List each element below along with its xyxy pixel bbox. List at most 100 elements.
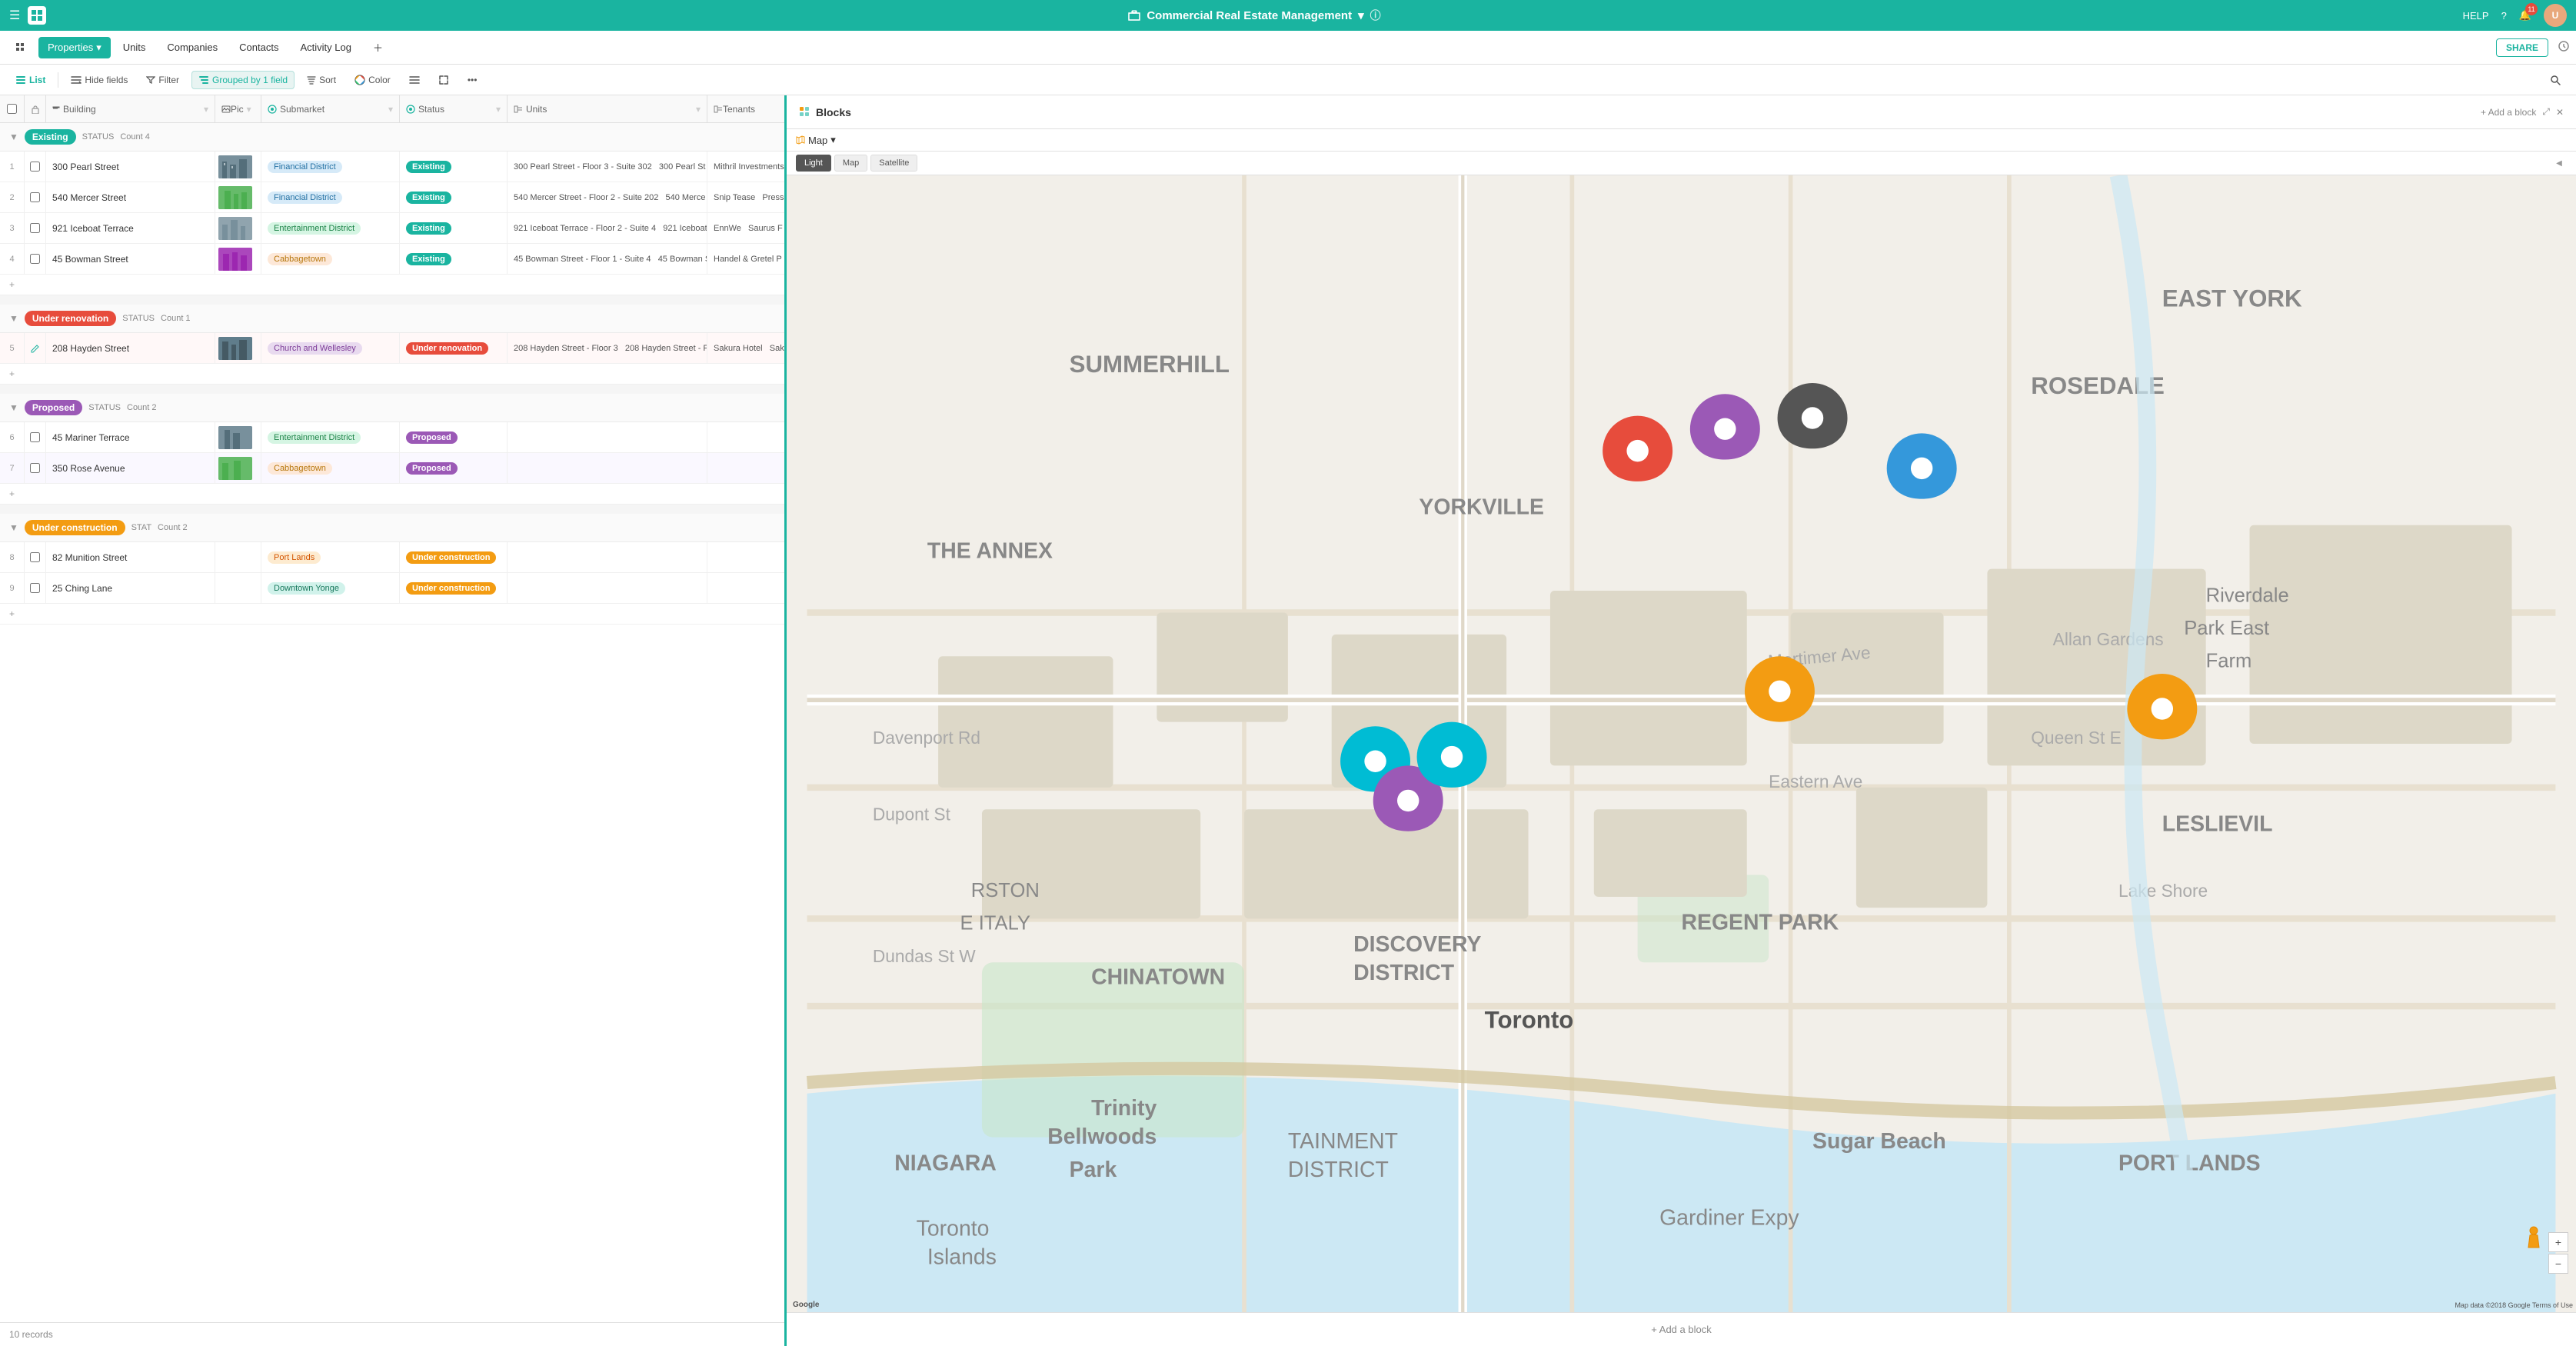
history-icon[interactable] (2558, 40, 2570, 55)
add-row-existing[interactable]: + (0, 275, 784, 295)
select-all-checkbox[interactable] (7, 104, 17, 114)
notifications[interactable]: 🔔 11 (2519, 9, 2531, 22)
table-row[interactable]: 7 350 Rose Avenue Cabbagetown Proposed (0, 453, 784, 484)
row-building-4[interactable]: 45 Bowman Street (46, 244, 215, 274)
table-row[interactable]: 8 82 Munition Street Port Lands Under co… (0, 542, 784, 573)
header-building[interactable]: Building ▾ (46, 95, 215, 122)
table-row[interactable]: 5 208 Hayden Street Church and Wellesley… (0, 333, 784, 364)
row-checkbox-6[interactable] (30, 432, 40, 442)
table-row[interactable]: 4 45 Bowman Street Cabbagetown Existing … (0, 244, 784, 275)
nav-properties[interactable]: Properties ▾ (38, 37, 111, 58)
row-height-btn[interactable] (403, 72, 426, 88)
header-submarket-label: Submarket (280, 104, 324, 115)
row-checkbox-9[interactable] (30, 583, 40, 593)
group-btn[interactable]: Grouped by 1 field (191, 71, 295, 89)
map-pin-3[interactable] (1778, 383, 1848, 448)
row-checkbox-8[interactable] (30, 552, 40, 562)
zoom-out-btn[interactable]: − (2548, 1254, 2568, 1274)
header-status[interactable]: Status ▾ (400, 95, 508, 122)
row-checkbox-3[interactable] (30, 223, 40, 233)
row-check-2[interactable] (25, 182, 46, 212)
nav-companies[interactable]: Companies (158, 37, 227, 58)
row-building-1[interactable]: 300 Pearl Street (46, 152, 215, 182)
row-building-8[interactable]: 82 Munition Street (46, 542, 215, 572)
search-btn[interactable] (2544, 72, 2567, 88)
map-collapse-btn[interactable]: ◀ (2551, 155, 2567, 171)
expand-btn[interactable] (432, 72, 455, 88)
list-view-btn[interactable]: List (9, 72, 52, 88)
add-row-renovation[interactable]: + (0, 364, 784, 385)
table-row[interactable]: 3 921 Iceboat Terrace Entertainment Dist… (0, 213, 784, 244)
group-existing-toggle[interactable]: ▼ (9, 132, 18, 142)
row-checkbox-2[interactable] (30, 192, 40, 202)
map-pin-9[interactable] (2127, 674, 2197, 739)
table-row[interactable]: 2 540 Mercer Street Financial District E… (0, 182, 784, 213)
row-building-3[interactable]: 921 Iceboat Terrace (46, 213, 215, 243)
hide-fields-btn[interactable]: Hide fields (65, 72, 134, 88)
nav-units[interactable]: Units (114, 37, 155, 58)
header-checkbox[interactable] (0, 95, 25, 122)
row-building-2[interactable]: 540 Mercer Street (46, 182, 215, 212)
table-row[interactable]: 1 300 Pearl Street Financial District Ex… (0, 152, 784, 182)
user-avatar[interactable]: U (2544, 4, 2567, 27)
add-row-construction[interactable]: + (0, 604, 784, 625)
map-pin-2[interactable] (1690, 394, 1760, 459)
map-view-light[interactable]: Light (796, 155, 831, 172)
hamburger-menu[interactable]: ☰ (9, 8, 20, 23)
row-checkbox-1[interactable] (30, 162, 40, 172)
add-row-proposed[interactable]: + (0, 484, 784, 505)
map-pin-8[interactable] (1417, 722, 1487, 788)
row-building-6[interactable]: 45 Mariner Terrace (46, 422, 215, 452)
table-row[interactable]: 9 25 Ching Lane Downtown Yonge Under con… (0, 573, 784, 604)
nav-companies-label: Companies (167, 42, 218, 53)
nav-activity-log[interactable]: Activity Log (291, 37, 360, 58)
app-title-arrow[interactable]: ▾ (1358, 8, 1364, 22)
header-building-label: Building (63, 104, 96, 115)
info-icon[interactable]: ⓘ (1370, 8, 1381, 23)
row-check-4[interactable] (25, 244, 46, 274)
header-units[interactable]: Units ▾ (508, 95, 707, 122)
map-view-satellite[interactable]: Satellite (870, 155, 917, 172)
map-pin-1[interactable] (1603, 416, 1672, 481)
row-check-7[interactable] (25, 453, 46, 483)
row-check-3[interactable] (25, 213, 46, 243)
map-view-map[interactable]: Map (834, 155, 867, 172)
group-construction-toggle[interactable]: ▼ (9, 522, 18, 533)
table-row[interactable]: 6 45 Mariner Terrace Entertainment Distr… (0, 422, 784, 453)
more-btn[interactable]: ••• (461, 72, 484, 88)
row-check-1[interactable] (25, 152, 46, 182)
question-icon[interactable]: ? (2501, 10, 2507, 22)
row-check-9[interactable] (25, 573, 46, 603)
nav-add[interactable]: ＋ (364, 35, 392, 59)
row-check-6[interactable] (25, 422, 46, 452)
share-button[interactable]: SHARE (2496, 38, 2548, 57)
nav-contacts[interactable]: Contacts (230, 37, 288, 58)
map-area[interactable]: EAST YORK SUMMERHILL ROSEDALE THE ANNEX … (787, 175, 2576, 1312)
row-check-8[interactable] (25, 542, 46, 572)
zoom-in-btn[interactable]: + (2548, 1232, 2568, 1252)
group-renovation-toggle[interactable]: ▼ (9, 313, 18, 324)
expand-blocks-btn[interactable]: ⤢ (2542, 106, 2550, 118)
header-submarket[interactable]: Submarket ▾ (261, 95, 400, 122)
map-pin-5[interactable] (1745, 656, 1815, 721)
nav-toggle[interactable] (6, 38, 35, 58)
row-checkbox-4[interactable] (30, 254, 40, 264)
add-block-footer-btn[interactable]: + Add a block (787, 1312, 2576, 1346)
close-blocks-btn[interactable]: ✕ (2556, 107, 2564, 118)
header-pic[interactable]: Pic ▾ (215, 95, 261, 122)
row-building-7[interactable]: 350 Rose Avenue (46, 453, 215, 483)
sort-btn[interactable]: Sort (301, 72, 342, 88)
street-view-icon[interactable] (2526, 1226, 2541, 1251)
group-proposed-toggle[interactable]: ▼ (9, 402, 18, 413)
help-label[interactable]: HELP (2463, 10, 2489, 22)
header-tenants[interactable]: Tenants (707, 95, 784, 122)
map-type-dropdown[interactable]: Map ▾ (796, 134, 836, 146)
add-block-header-btn[interactable]: + Add a block (2481, 107, 2536, 118)
row-building-5[interactable]: 208 Hayden Street (46, 333, 215, 363)
row-checkbox-7[interactable] (30, 463, 40, 473)
row-building-9[interactable]: 25 Ching Lane (46, 573, 215, 603)
color-btn[interactable]: Color (348, 72, 397, 88)
row-check-5[interactable] (25, 333, 46, 363)
filter-btn[interactable]: Filter (140, 72, 185, 88)
map-pin-4[interactable] (1887, 433, 1957, 498)
